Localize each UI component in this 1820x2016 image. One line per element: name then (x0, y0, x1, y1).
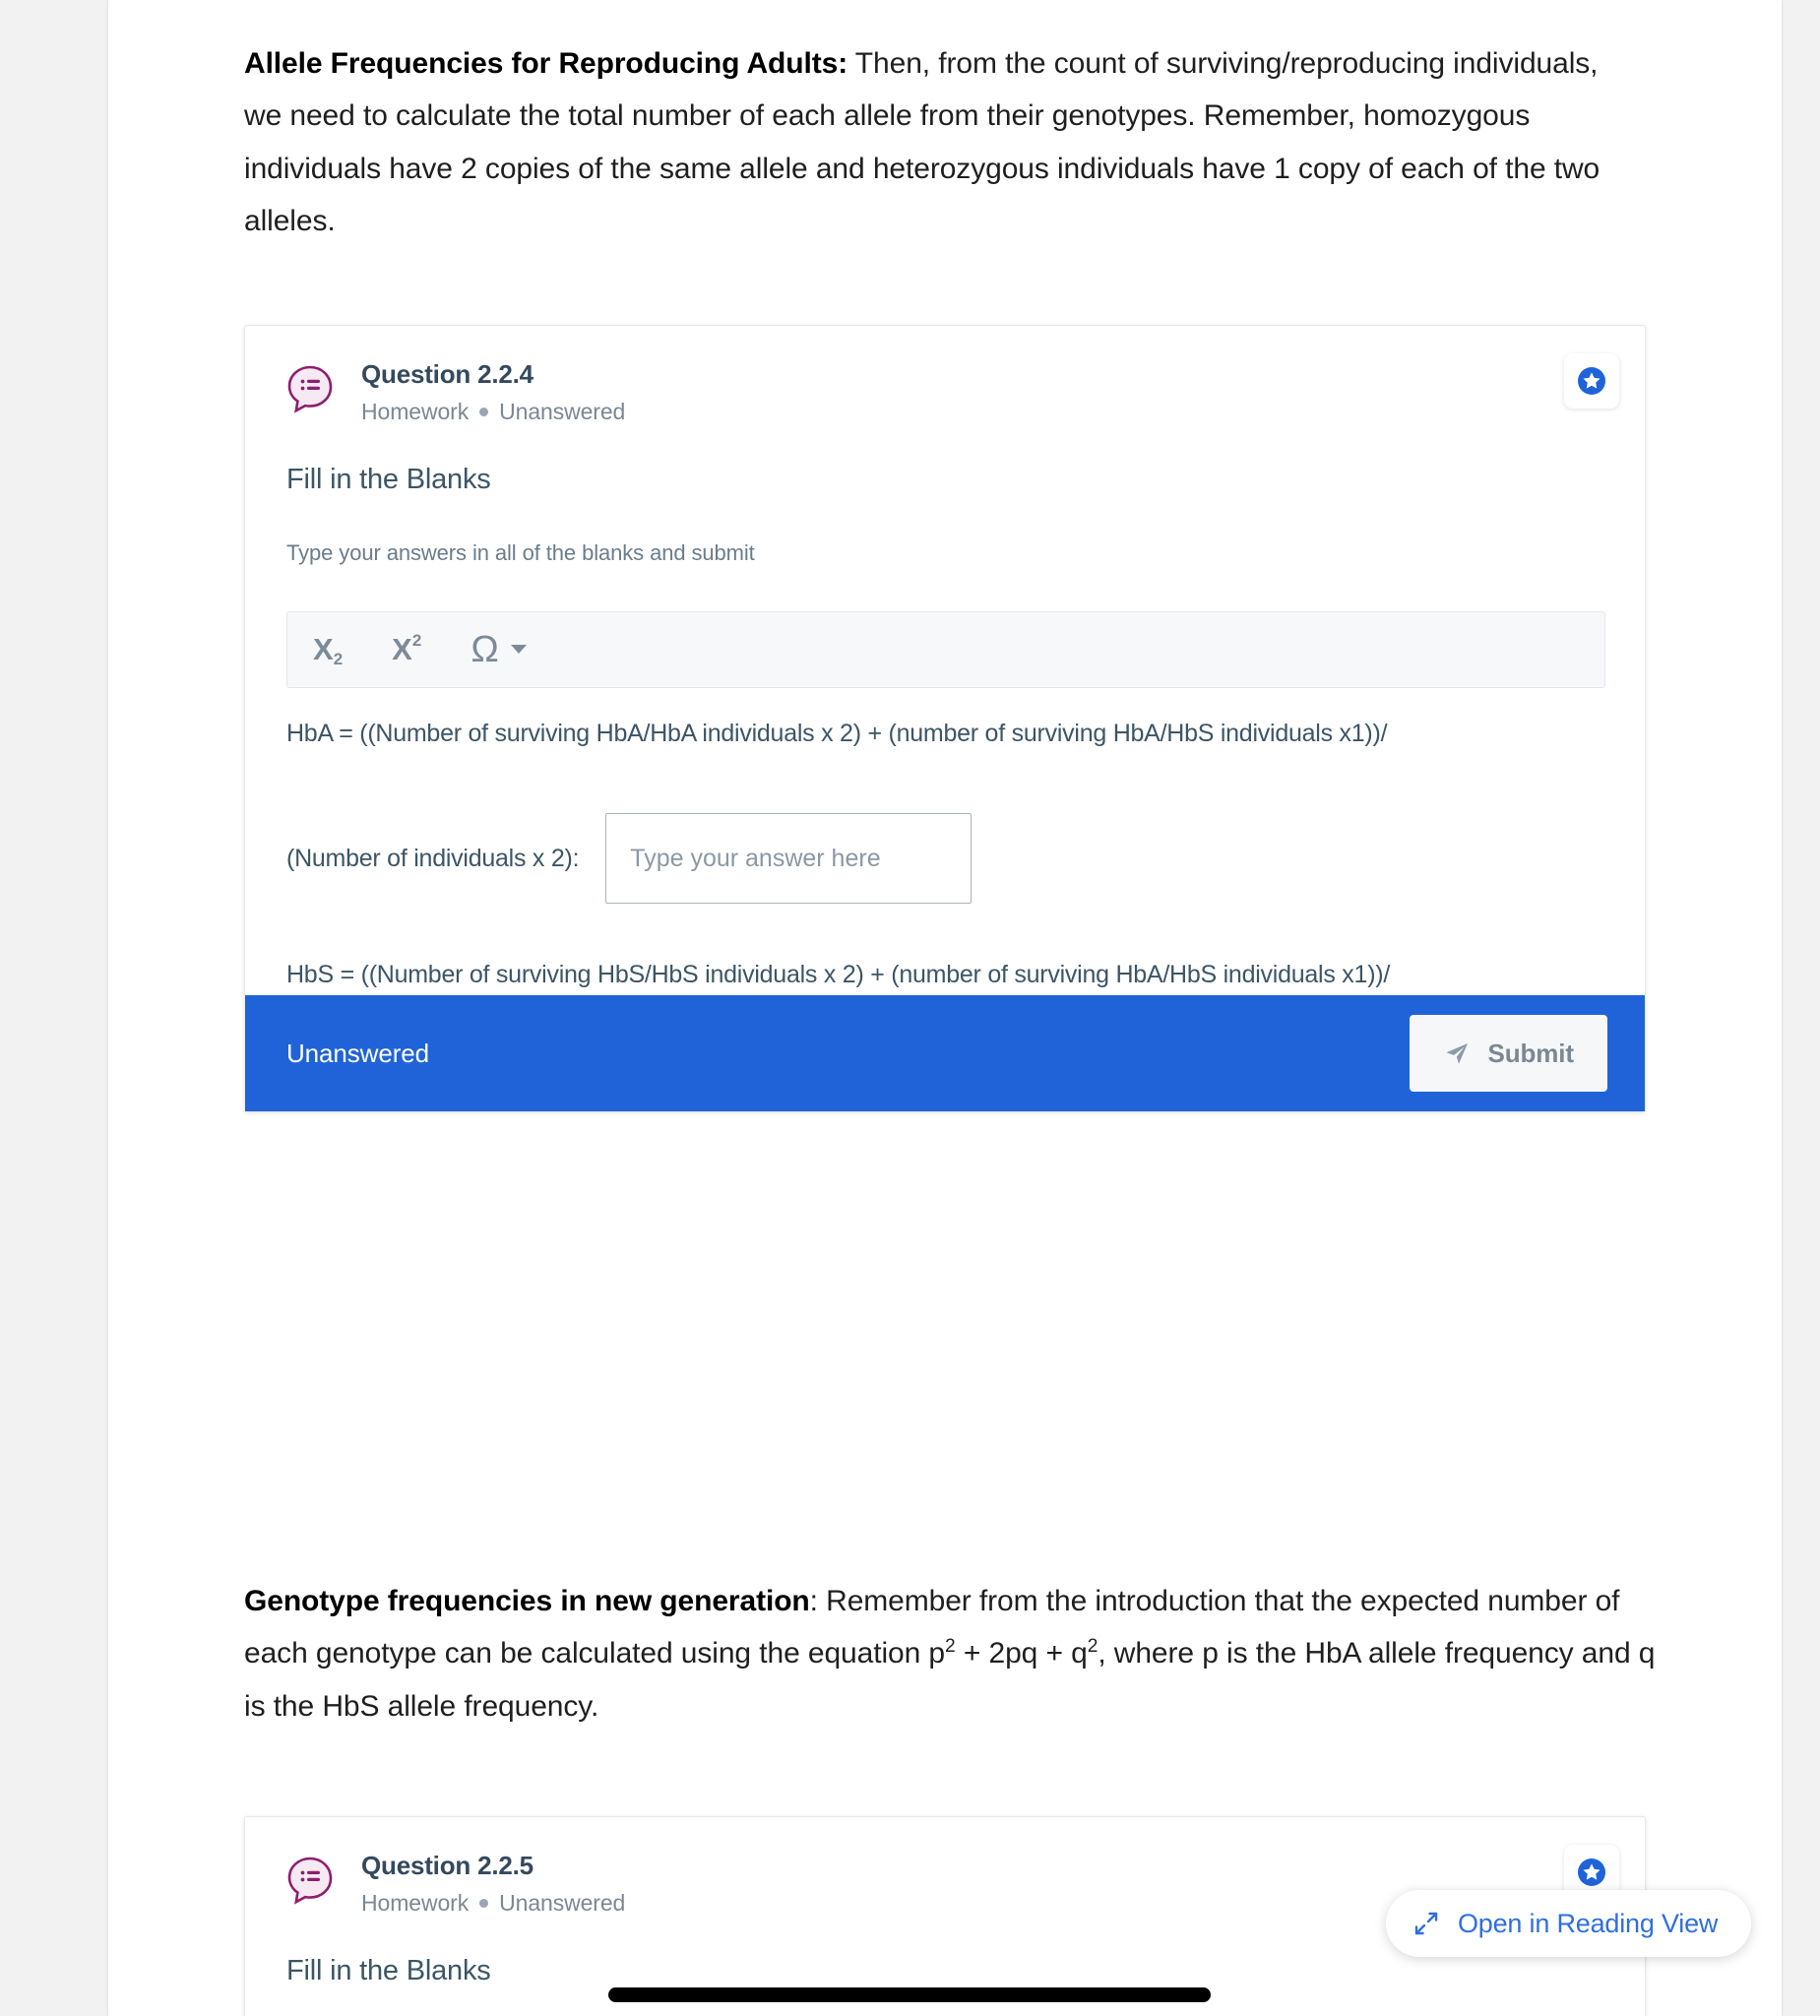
omega-icon: Ω (471, 629, 499, 670)
genotype-text-part2: + 2pq + q (955, 1637, 1088, 1670)
genotype-bold-lead: Genotype frequencies in new generation (244, 1585, 810, 1617)
blank-1-label: (Number of individuals x 2): (286, 844, 580, 872)
question-kind: Homework (361, 1890, 470, 1916)
open-in-reading-view-button[interactable]: Open in Reading View (1386, 1890, 1752, 1957)
meta-separator-dot (479, 408, 489, 416)
question-status: Unanswered (499, 1890, 626, 1916)
equation-hbs: HbS = ((Number of surviving HbS/HbS indi… (286, 961, 1391, 988)
paper-plane-icon (1446, 1043, 1469, 1064)
question-kind: Homework (361, 399, 470, 424)
question-header-text: Question 2.2.4 Homework Unanswered (361, 359, 625, 425)
expand-diagonal-icon (1414, 1912, 1438, 1935)
content-panel: Allele Frequencies for Reproducing Adult… (108, 0, 1782, 2016)
question-card-2-2-4: Question 2.2.4 Homework Unanswered Fill … (244, 325, 1646, 1112)
star-badge-button[interactable] (1564, 353, 1619, 409)
submit-label: Submit (1487, 1038, 1574, 1068)
blank-row-1: (Number of individuals x 2): (286, 813, 973, 904)
submit-button[interactable]: Submit (1410, 1015, 1607, 1092)
reading-view-label: Open in Reading View (1458, 1908, 1719, 1938)
special-symbols-button[interactable]: Ω (471, 629, 527, 670)
meta-separator-dot (479, 1899, 489, 1908)
question-hint: Type your answers in all of the blanks a… (286, 540, 755, 565)
question-card-header: Question 2.2.4 Homework Unanswered (245, 326, 1645, 432)
question-card-footer: Unanswered Submit (245, 995, 1645, 1111)
chevron-down-icon (510, 645, 527, 654)
subscript-mark: 2 (333, 650, 344, 668)
home-indicator-bar (608, 1987, 1211, 2002)
question-meta: Homework Unanswered (361, 1890, 625, 1917)
genotype-paragraph: Genotype frequencies in new generation: … (244, 1575, 1662, 1732)
superscript-button[interactable]: X2 (392, 631, 422, 667)
question-meta: Homework Unanswered (361, 399, 625, 425)
genotype-superscript-1: 2 (945, 1636, 956, 1658)
equation-hba: HbA = ((Number of surviving HbA/HbA indi… (286, 720, 1388, 747)
intro-paragraph: Allele Frequencies for Reproducing Adult… (244, 37, 1642, 248)
star-circle-icon (1578, 1858, 1605, 1886)
superscript-mark: 2 (411, 631, 422, 650)
question-type-label: Fill in the Blanks (286, 1955, 491, 1986)
question-type-label: Fill in the Blanks (286, 464, 491, 495)
superscript-letter: X (392, 632, 412, 666)
question-header-text-225: Question 2.2.5 Homework Unanswered (361, 1851, 625, 1917)
editor-toolbar: X2 X2 Ω (286, 611, 1605, 688)
question-title: Question 2.2.4 (361, 359, 533, 389)
star-circle-icon (1578, 367, 1605, 395)
question-status: Unanswered (499, 399, 626, 424)
genotype-superscript-2: 2 (1087, 1636, 1098, 1658)
question-bubble-icon (284, 1855, 336, 1906)
intro-bold-lead: Allele Frequencies for Reproducing Adult… (244, 47, 848, 80)
question-bubble-icon (284, 363, 336, 414)
footer-status-label: Unanswered (286, 1038, 429, 1068)
question-title: Question 2.2.5 (361, 1851, 533, 1880)
subscript-button[interactable]: X2 (313, 632, 344, 668)
subscript-letter: X (313, 632, 334, 666)
screen: Allele Frequencies for Reproducing Adult… (0, 0, 1820, 2016)
blank-1-input[interactable] (605, 813, 973, 904)
